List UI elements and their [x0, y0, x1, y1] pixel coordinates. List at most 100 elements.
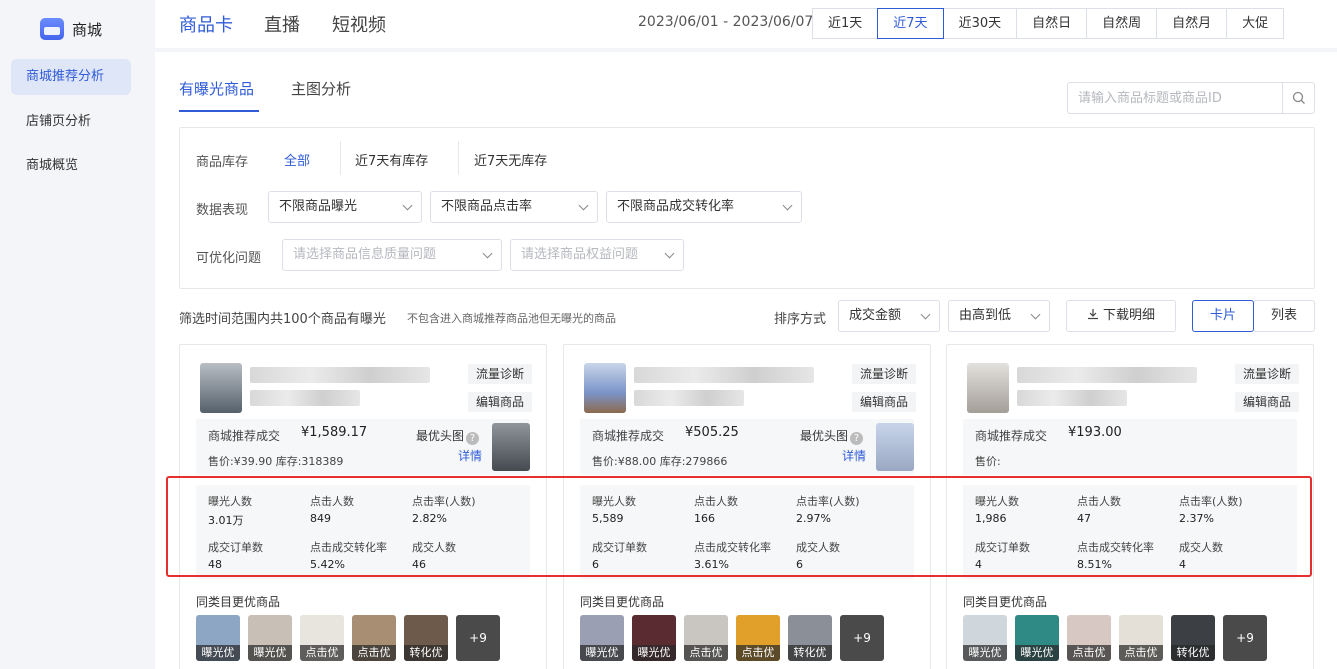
metric-value: 2.37% — [1179, 512, 1214, 525]
better-product-thumb[interactable]: 曝光优 — [196, 615, 240, 661]
period-natural-week-button[interactable]: 自然周 — [1086, 8, 1158, 39]
search-icon[interactable] — [1282, 83, 1314, 113]
better-product-thumb[interactable]: 点击优 — [1119, 615, 1163, 661]
better-product-thumb[interactable]: 点击优 — [1067, 615, 1111, 661]
metric: 曝光人数 3.01万 — [208, 493, 252, 528]
metric-value: 8.51% — [1077, 558, 1112, 571]
edit-product-button[interactable]: 编辑商品 — [467, 392, 532, 412]
sidebar-item-mall-overview[interactable]: 商城概览 — [11, 148, 131, 184]
brand: 商城 — [40, 16, 102, 42]
traffic-diagnosis-button[interactable]: 流量诊断 — [467, 364, 532, 384]
metric: 点击成交转化率 5.42% — [310, 539, 387, 571]
search-input[interactable] — [1068, 83, 1282, 113]
better-product-tag: 点击优 — [736, 645, 780, 661]
better-product-tag: 曝光优 — [196, 645, 240, 661]
sidebar-item-recommend-analysis[interactable]: 商城推荐分析 — [11, 59, 131, 95]
best-main-image[interactable] — [492, 423, 530, 471]
product-image[interactable] — [584, 363, 626, 413]
tab-live[interactable]: 直播 — [264, 11, 300, 37]
filter-panel: 商品库存 全部 近7天有库存 近7天无库存 数据表现 不限商品曝光 不限商品点击… — [179, 127, 1315, 289]
metric: 点击成交转化率 8.51% — [1077, 539, 1154, 571]
view-card-button[interactable]: 卡片 — [1192, 300, 1254, 332]
rights-issue-select[interactable]: 请选择商品权益问题 — [510, 239, 684, 271]
better-product-thumb[interactable]: 曝光优 — [1015, 615, 1059, 661]
more-better-products-button[interactable]: +9 — [1223, 615, 1267, 661]
better-product-thumb[interactable]: 转化优 — [404, 615, 448, 661]
better-product-tag: 点击优 — [684, 645, 728, 661]
metric-value: 5,589 — [592, 512, 624, 525]
stock-option-in-stock[interactable]: 近7天有库存 — [355, 150, 428, 169]
better-product-thumb[interactable]: 曝光优 — [632, 615, 676, 661]
period-promotion-button[interactable]: 大促 — [1226, 8, 1285, 39]
better-products-label: 同类目更优商品 — [963, 595, 1048, 609]
exposure-filter-select[interactable]: 不限商品曝光 — [268, 191, 422, 223]
tab-product-card[interactable]: 商品卡 — [179, 11, 233, 37]
download-details-button[interactable]: 下载明细 — [1066, 300, 1176, 332]
better-product-thumb[interactable]: 曝光优 — [248, 615, 292, 661]
main-panel: 有曝光商品 主图分析 商品库存 全部 近7天有库存 近7天无库存 数据表现 不限… — [155, 52, 1337, 669]
period-natural-month-button[interactable]: 自然月 — [1156, 8, 1228, 39]
stock-option-all[interactable]: 全部 — [284, 150, 310, 169]
better-product-thumb[interactable]: 点击优 — [300, 615, 344, 661]
best-image-detail-link[interactable]: 详情 — [458, 447, 482, 464]
date-range[interactable]: 2023/06/01 - 2023/06/07 — [638, 14, 813, 30]
period-1d-button[interactable]: 近1天 — [812, 8, 879, 39]
metric-value: 3.61% — [694, 558, 729, 571]
view-list-button[interactable]: 列表 — [1253, 300, 1315, 332]
metric-value: 6 — [796, 558, 803, 571]
better-product-thumb[interactable]: 转化优 — [788, 615, 832, 661]
brand-name: 商城 — [72, 20, 103, 39]
gmv-value: ¥1,589.17 — [301, 425, 368, 440]
chevron-down-icon — [578, 200, 589, 211]
stock-option-out-of-stock[interactable]: 近7天无库存 — [474, 150, 547, 169]
better-product-thumb[interactable]: 点击优 — [352, 615, 396, 661]
better-product-tag: 点击优 — [1067, 645, 1111, 661]
better-product-thumb[interactable]: 点击优 — [736, 615, 780, 661]
info-quality-issue-select[interactable]: 请选择商品信息质量问题 — [282, 239, 502, 271]
sort-field-value: 成交金额 — [849, 308, 902, 323]
traffic-diagnosis-button[interactable]: 流量诊断 — [1234, 364, 1299, 384]
best-image-detail-link[interactable]: 详情 — [842, 447, 866, 464]
better-product-tag: 曝光优 — [632, 645, 676, 661]
price-stock: 售价: — [975, 455, 1001, 468]
period-7d-button[interactable]: 近7天 — [877, 8, 944, 39]
better-product-thumb[interactable]: 曝光优 — [963, 615, 1007, 661]
better-product-thumb[interactable]: 点击优 — [684, 615, 728, 661]
conversion-filter-select[interactable]: 不限商品成交转化率 — [606, 191, 802, 223]
tab-main-image-analysis[interactable]: 主图分析 — [291, 78, 351, 99]
sort-order-select[interactable]: 由高到低 — [948, 300, 1050, 332]
more-better-products-button[interactable]: +9 — [456, 615, 500, 661]
metric: 点击成交转化率 3.61% — [694, 539, 771, 571]
chevron-down-icon — [920, 309, 931, 320]
tab-exposed-products[interactable]: 有曝光商品 — [179, 78, 254, 99]
period-natural-day-button[interactable]: 自然日 — [1016, 8, 1088, 39]
best-image-text: 最优头图 — [416, 429, 465, 443]
edit-product-button[interactable]: 编辑商品 — [851, 392, 916, 412]
ctr-filter-select[interactable]: 不限商品点击率 — [430, 191, 598, 223]
product-image[interactable] — [200, 363, 242, 413]
divider — [340, 141, 341, 175]
edit-product-button[interactable]: 编辑商品 — [1234, 392, 1299, 412]
better-product-tag: 曝光优 — [1015, 645, 1059, 661]
metric-value: 3.01万 — [208, 514, 244, 527]
metric-value: 47 — [1077, 512, 1091, 525]
more-better-products-button[interactable]: +9 — [840, 615, 884, 661]
sidebar-item-store-page-analysis[interactable]: 店铺页分析 — [11, 104, 131, 140]
better-product-thumb[interactable]: 转化优 — [1171, 615, 1215, 661]
period-30d-button[interactable]: 近30天 — [942, 8, 1018, 39]
tab-short-video[interactable]: 短视频 — [332, 11, 386, 37]
best-main-image[interactable] — [876, 423, 914, 471]
metric-label: 点击成交转化率 — [1077, 541, 1154, 554]
metric-label: 点击人数 — [694, 495, 738, 508]
better-products-label: 同类目更优商品 — [580, 595, 665, 609]
help-icon[interactable]: ? — [466, 432, 480, 445]
metric-value: 6 — [592, 558, 599, 571]
help-icon[interactable]: ? — [850, 432, 864, 445]
metric: 成交人数 6 — [796, 539, 840, 571]
better-product-tag: 转化优 — [404, 645, 448, 661]
better-product-thumb[interactable]: 曝光优 — [580, 615, 624, 661]
metric-value: 1,986 — [975, 512, 1007, 525]
traffic-diagnosis-button[interactable]: 流量诊断 — [851, 364, 916, 384]
product-image[interactable] — [967, 363, 1009, 413]
sort-field-select[interactable]: 成交金额 — [838, 300, 940, 332]
